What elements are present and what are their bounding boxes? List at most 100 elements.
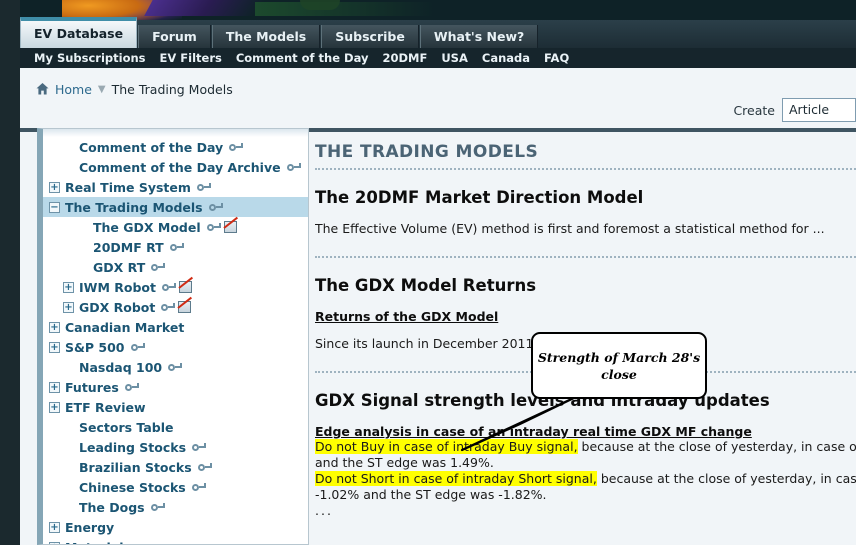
subnav-left-margin [0, 48, 20, 68]
sidebar-item-canadian-market[interactable]: + Canadian Market [43, 317, 308, 337]
create-label: Create [733, 102, 775, 118]
collapse-icon[interactable]: − [49, 201, 60, 213]
banner-artwork-green [255, 2, 455, 16]
expand-icon[interactable]: + [49, 381, 60, 393]
sidebar-item-label: GDX Robot [79, 299, 156, 315]
expand-icon[interactable]: + [63, 301, 74, 313]
primary-tab-bar: EV Database Forum The Models Subscribe W… [0, 17, 856, 48]
key-icon [150, 502, 165, 512]
sidebar-item-label: Brazilian Stocks [79, 459, 192, 475]
sidebar-item-chinese-stocks[interactable]: Chinese Stocks [43, 477, 308, 497]
sidebar-item-label: Leading Stocks [79, 439, 187, 455]
sidebar-item-label: Materials [65, 540, 131, 545]
key-icon [151, 262, 166, 272]
key-icon [124, 382, 139, 392]
sidebar-navigation: Comment of the Day Comment of the Day Arc… [37, 128, 309, 545]
callout-text: Strength of March 28's close [537, 349, 701, 382]
subnav-item-ev-filters[interactable]: EV Filters [160, 51, 222, 65]
expand-icon[interactable]: + [49, 541, 60, 544]
divider [315, 256, 856, 258]
edge-analysis-subheading: Edge analysis in case of an intraday rea… [315, 424, 752, 439]
tab-label: What's New? [433, 29, 525, 44]
expand-icon[interactable]: + [49, 341, 60, 353]
expand-icon[interactable]: + [49, 181, 60, 193]
tab-ev-database[interactable]: EV Database [20, 17, 138, 48]
tab-forum[interactable]: Forum [138, 25, 211, 48]
create-type-select[interactable]: Article [782, 98, 856, 122]
sidebar-item-etf-review[interactable]: + ETF Review [43, 397, 308, 417]
callout-bubble: Strength of March 28's close [531, 332, 707, 399]
sidebar-item-sectors-table[interactable]: Sectors Table [43, 417, 308, 437]
returns-of-the-gdx-model-link[interactable]: Returns of the GDX Model [315, 309, 498, 324]
sidebar-item-label: S&P 500 [65, 339, 125, 355]
sidebar-item-brazilian-stocks[interactable]: Brazilian Stocks [43, 457, 308, 477]
subnav-item-my-subscriptions[interactable]: My Subscriptions [34, 51, 146, 65]
sidebar-item-label: 20DMF RT [93, 239, 164, 255]
sidebar-item-label: The GDX Model [93, 219, 201, 235]
sidebar-item-the-dogs[interactable]: The Dogs [43, 497, 308, 517]
sidebar-item-list: Comment of the Day Comment of the Day Arc… [43, 137, 308, 545]
sidebar-item-label: IWM Robot [79, 279, 156, 295]
sidebar-item-leading-stocks[interactable]: Leading Stocks [43, 437, 308, 457]
sidebar-item-the-trading-models[interactable]: − The Trading Models [43, 197, 308, 217]
section-heading-20dmf: The 20DMF Market Direction Model [315, 188, 644, 207]
key-icon [286, 162, 301, 172]
expand-icon[interactable]: + [63, 281, 74, 293]
subnav-item-canada[interactable]: Canada [482, 51, 530, 65]
key-icon [197, 462, 212, 472]
tab-the-models[interactable]: The Models [211, 25, 321, 48]
section-heading-gdx-returns: The GDX Model Returns [315, 276, 537, 295]
secondary-nav-items: My Subscriptions EV Filters Comment of t… [34, 48, 569, 68]
sidebar-item-gdx-robot[interactable]: + GDX Robot [43, 296, 308, 317]
tab-label: The Models [225, 29, 307, 44]
home-icon [36, 83, 49, 95]
sidebar-item-comment-of-the-day[interactable]: Comment of the Day [43, 137, 308, 157]
subnav-item-comment-of-the-day[interactable]: Comment of the Day [236, 51, 369, 65]
expand-icon[interactable]: + [49, 401, 60, 413]
key-icon [168, 362, 183, 372]
sidebar-item-comment-of-the-day-archive[interactable]: Comment of the Day Archive [43, 157, 308, 177]
sidebar-item-20dmf-rt[interactable]: 20DMF RT [43, 237, 308, 257]
banner-artwork-shape [300, 0, 340, 10]
short-signal-highlight: Do not Short in case of intraday Short s… [315, 471, 597, 486]
sidebar-item-s-p-500[interactable]: + S&P 500 [43, 337, 308, 357]
tab-subscribe[interactable]: Subscribe [321, 25, 419, 48]
breadcrumb-home-link[interactable]: Home [55, 82, 92, 97]
buy-signal-line-2: and the ST edge was 1.49%. [315, 455, 494, 470]
sidebar-item-label: GDX RT [93, 259, 146, 275]
sidebar-item-iwm-robot[interactable]: + IWM Robot [43, 276, 308, 297]
sidebar-item-the-gdx-model[interactable]: The GDX Model [43, 216, 308, 237]
sidebar-item-gdx-rt[interactable]: GDX RT [43, 257, 308, 277]
key-icon [130, 342, 145, 352]
sidebar-item-label: Comment of the Day [79, 139, 224, 155]
subnav-item-20dmf[interactable]: 20DMF [382, 51, 427, 65]
subnav-item-usa[interactable]: USA [441, 51, 468, 65]
key-icon [191, 482, 206, 492]
short-signal-line-2: -1.02% and the ST edge was -1.82%. [315, 487, 547, 502]
sidebar-item-real-time-system[interactable]: + Real Time System [43, 177, 308, 197]
primary-tabs: EV Database Forum The Models Subscribe W… [20, 17, 539, 48]
sidebar-item-label: Real Time System [65, 179, 191, 195]
sidebar-item-energy[interactable]: + Energy [43, 517, 308, 537]
expand-icon[interactable]: + [49, 321, 60, 333]
sidebar-item-label: Futures [65, 379, 119, 395]
tabbar-left-margin [0, 20, 20, 48]
sidebar-item-futures[interactable]: + Futures [43, 377, 308, 397]
breadcrumb-separator-icon: ▼ [97, 83, 106, 95]
short-signal-line: Do not Short in case of intraday Short s… [315, 471, 856, 487]
sidebar-item-nasdaq-100[interactable]: Nasdaq 100 [43, 357, 308, 377]
tab-label: EV Database [34, 26, 124, 41]
expand-icon[interactable]: + [49, 521, 60, 533]
key-icon [196, 182, 211, 192]
tab-whats-new[interactable]: What's New? [419, 25, 539, 48]
subnav-item-faq[interactable]: FAQ [544, 51, 569, 65]
sidebar-item-materials[interactable]: + Materials [43, 537, 308, 545]
